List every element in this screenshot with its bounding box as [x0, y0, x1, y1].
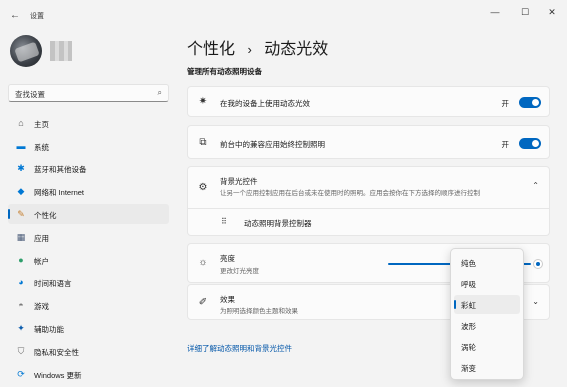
compatible-apps-label: 前台中的兼容应用始终控制照明: [220, 140, 325, 149]
search-placeholder: 查找设置: [15, 90, 45, 99]
compatible-apps-toggle[interactable]: [519, 138, 541, 149]
sidebar-item[interactable]: ▬ 系统: [8, 136, 169, 156]
wifi-icon: ◆: [17, 186, 25, 196]
active-indicator: [8, 209, 10, 219]
close-button[interactable]: ✕: [537, 4, 567, 20]
sidebar-item-label: 主页: [34, 120, 49, 129]
effects-option-label: 涡轮: [461, 343, 476, 352]
apps-icon: ▦: [16, 232, 26, 242]
app-title: 设置: [30, 13, 44, 20]
effects-option[interactable]: 渐变: [454, 358, 520, 377]
sidebar-item[interactable]: ⟳ Windows 更新: [8, 364, 169, 384]
minimize-button[interactable]: —: [480, 4, 510, 20]
globe-clock-icon: ◕: [18, 277, 24, 287]
sidebar-item[interactable]: ✎ 个性化: [8, 204, 169, 224]
brightness-subtitle: 更改灯光亮度: [220, 268, 259, 275]
gear-icon: ⚙: [198, 182, 208, 193]
sparkle-icon: ✷: [198, 96, 208, 107]
sidebar-item-label: 蓝牙和其他设备: [34, 165, 87, 174]
maximize-button[interactable]: ☐: [510, 4, 540, 20]
apps-lighting-icon: ⧉: [199, 137, 207, 148]
compatible-apps-card: ⧉ 前台中的兼容应用始终控制照明 开: [187, 125, 550, 159]
effects-option-label: 呼吸: [461, 280, 476, 289]
effects-option-label: 彩虹: [461, 301, 476, 310]
sidebar-item-label: 辅助功能: [34, 325, 64, 334]
shield-icon: ⛉: [17, 346, 25, 356]
sidebar-item[interactable]: ▦ 应用: [8, 227, 169, 247]
use-dynamic-lighting-toggle[interactable]: [519, 97, 541, 108]
home-icon: ⌂: [18, 118, 24, 128]
brightness-icon: ☼: [198, 257, 208, 268]
windows-update-icon: ⟳: [17, 369, 25, 379]
sidebar-item-label: Windows 更新: [34, 371, 82, 380]
search-icon[interactable]: ⌕: [158, 88, 162, 98]
effects-dropdown[interactable]: 纯色呼吸彩虹波形涡轮渐变: [450, 248, 524, 380]
background-light-controls-card[interactable]: ⚙ 背景光控件 让另一个应用控制应用在后台或未在使用时的照明。应用会按你在下方选…: [187, 166, 550, 209]
user-name-redacted: [50, 41, 72, 61]
gamepad-icon: ◓: [18, 300, 24, 310]
sidebar-item[interactable]: ◆ 网络和 Internet: [8, 181, 169, 201]
effects-subtitle: 为照明选择颜色主题和效果: [220, 308, 298, 315]
drag-handle-icon[interactable]: ⠿: [221, 217, 227, 226]
avatar[interactable]: [10, 35, 42, 67]
sidebar-item-label: 帐户: [34, 257, 49, 266]
sidebar-item[interactable]: ✦ 辅助功能: [8, 318, 169, 338]
search-input[interactable]: 查找设置 ⌕: [8, 84, 169, 102]
brightness-title: 亮度: [220, 254, 235, 263]
effects-option-label: 纯色: [461, 259, 476, 268]
account-icon: ●: [18, 255, 24, 265]
sidebar-item-label: 应用: [34, 234, 49, 243]
sidebar-item-label: 隐私和安全性: [34, 348, 79, 357]
effects-title: 效果: [220, 295, 235, 304]
background-light-title: 背景光控件: [220, 177, 258, 186]
effects-option[interactable]: 呼吸: [454, 274, 520, 293]
page-title: 个性化 › 动态光效: [187, 35, 328, 59]
sidebar-item-label: 游戏: [34, 302, 49, 311]
use-dynamic-lighting-label: 在我的设备上使用动态光效: [220, 99, 310, 108]
use-dynamic-lighting-card: ✷ 在我的设备上使用动态光效 开: [187, 86, 550, 117]
effects-option[interactable]: 波形: [454, 316, 520, 335]
sidebar-item[interactable]: ⛉ 隐私和安全性: [8, 341, 169, 361]
chevron-down-icon[interactable]: ⌄: [532, 297, 539, 306]
sidebar-item[interactable]: ◓ 游戏: [8, 295, 169, 315]
title-bar: ← 设置 — ☐ ✕: [0, 0, 567, 30]
background-light-subtitle: 让另一个应用控制应用在后台或未在使用时的照明。应用会按你在下方选择的顺序进行控制: [220, 190, 480, 197]
bluetooth-icon: ✱: [17, 163, 25, 173]
toggle-state-text: 开: [501, 99, 510, 108]
accessibility-icon: ✦: [17, 323, 25, 333]
system-monitor-icon: ▬: [16, 141, 26, 151]
pen-icon: ✎: [17, 209, 25, 219]
sidebar-item-label: 系统: [34, 143, 49, 152]
brush-icon: ✐: [198, 297, 208, 308]
effects-option-label: 波形: [461, 322, 476, 331]
sidebar-item[interactable]: ● 帐户: [8, 250, 169, 270]
sidebar-item-label: 时间和语言: [34, 279, 72, 288]
effects-option-label: 渐变: [461, 364, 476, 373]
sidebar-item[interactable]: ◕ 时间和语言: [8, 272, 169, 292]
sidebar-item-label: 网络和 Internet: [34, 188, 85, 197]
effects-option[interactable]: 彩虹: [454, 295, 520, 314]
effects-option[interactable]: 涡轮: [454, 337, 520, 356]
chevron-up-icon[interactable]: ⌃: [532, 181, 539, 190]
breadcrumb-current: 动态光效: [264, 41, 329, 58]
sidebar-item-label: 个性化: [34, 211, 57, 220]
back-button[interactable]: ←: [8, 9, 22, 23]
background-controller-row[interactable]: ⠿ 动态照明背景控制器: [187, 209, 550, 236]
breadcrumb-separator: ›: [247, 42, 252, 57]
toggle-state-text: 开: [501, 140, 510, 149]
selected-indicator: [454, 300, 456, 309]
effects-option[interactable]: 纯色: [454, 253, 520, 272]
sidebar-item[interactable]: ✱ 蓝牙和其他设备: [8, 158, 169, 178]
sidebar-item[interactable]: ⌂ 主页: [8, 113, 169, 133]
learn-more-link[interactable]: 详细了解动态照明和背景光控件: [187, 343, 292, 354]
brightness-slider-thumb[interactable]: [533, 259, 543, 269]
background-controller-label: 动态照明背景控制器: [244, 219, 312, 228]
section-header: 管理所有动态照明设备: [187, 67, 262, 76]
breadcrumb-parent[interactable]: 个性化: [187, 41, 235, 58]
